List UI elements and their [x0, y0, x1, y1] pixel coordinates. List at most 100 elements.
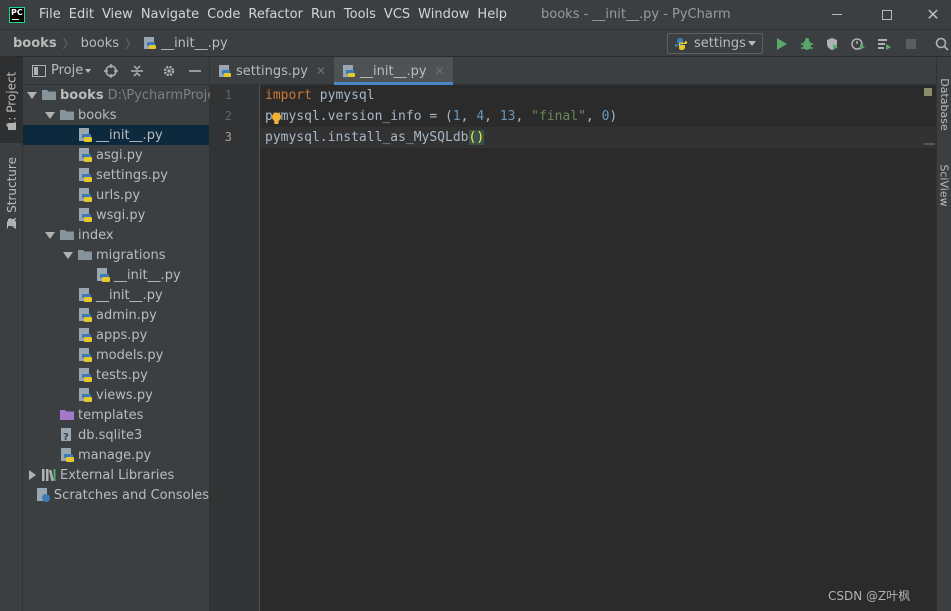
expand-arrow-icon[interactable]	[63, 250, 73, 260]
tree-item[interactable]: templates	[23, 405, 209, 425]
close-tab-icon[interactable]: ✕	[435, 64, 445, 78]
menu-edit[interactable]: Edit	[65, 0, 98, 29]
chevron-right-icon: 〉	[62, 36, 75, 51]
tool-tab-sciview[interactable]: SciView	[937, 155, 951, 215]
python-file-icon	[79, 328, 92, 342]
python-file-icon	[79, 148, 92, 162]
tree-item[interactable]: admin.py	[23, 305, 209, 325]
tree-item-label: admin.py	[96, 307, 157, 323]
tree-item[interactable]: urls.py	[23, 185, 209, 205]
settings-button[interactable]	[161, 63, 177, 79]
tree-item[interactable]: asgi.py	[23, 145, 209, 165]
menu-help[interactable]: Help	[473, 0, 511, 29]
tree-item[interactable]: __init__.py	[23, 125, 209, 145]
tree-item[interactable]: tests.py	[23, 365, 209, 385]
menu-view[interactable]: View	[98, 0, 137, 29]
tree-item[interactable]: books D:\PycharmProject	[23, 85, 227, 105]
close-tab-icon[interactable]: ✕	[316, 64, 326, 78]
python-file-icon	[79, 188, 92, 202]
run-configuration-select[interactable]: settings	[667, 33, 763, 54]
tool-tab-database[interactable]: Database	[937, 69, 951, 139]
menu-vcs[interactable]: VCS	[380, 0, 414, 29]
menu-navigate[interactable]: Navigate	[137, 0, 203, 29]
tab-label: settings.py	[236, 63, 308, 79]
maximize-button[interactable]	[864, 0, 910, 29]
project-panel-title[interactable]: Proje	[51, 63, 83, 78]
menu-window[interactable]: Window	[414, 0, 473, 29]
collapse-arrow-icon[interactable]	[27, 470, 37, 480]
code-line[interactable]: pymysql.install_as_MySQLdb()	[260, 127, 936, 148]
stop-button[interactable]	[901, 34, 921, 54]
tree-item[interactable]: __init__.py	[23, 265, 209, 285]
tree-item[interactable]: settings.py	[23, 165, 209, 185]
run-tasks-button[interactable]	[874, 34, 894, 54]
expand-arrow-icon[interactable]	[27, 90, 37, 100]
breadcrumb-file[interactable]: __init__.py	[161, 36, 228, 51]
tool-tab-project[interactable]: 1: Project	[0, 57, 23, 143]
tree-item[interactable]: index	[23, 225, 209, 245]
menu-tools[interactable]: Tools	[340, 0, 380, 29]
line-number: 3	[224, 130, 232, 144]
tree-item[interactable]: Scratches and Consoles	[23, 485, 209, 505]
profile-button[interactable]	[848, 34, 868, 54]
python-file-icon	[144, 37, 157, 49]
profile-icon	[851, 38, 865, 50]
close-button[interactable]: ✕	[910, 0, 951, 29]
chevron-down-icon[interactable]	[85, 68, 92, 73]
expand-arrow-icon[interactable]	[45, 230, 55, 240]
inspection-status-icon[interactable]	[924, 88, 932, 96]
code-line[interactable]: import pymysql	[260, 85, 936, 106]
python-file-icon	[342, 65, 355, 77]
debug-button[interactable]	[797, 34, 817, 54]
folder-icon	[8, 123, 16, 130]
tree-item[interactable]: books	[23, 105, 209, 125]
search-everywhere-button[interactable]	[932, 34, 951, 54]
watermark: CSDN @Z叶枫	[828, 589, 911, 603]
python-file-icon	[79, 368, 92, 382]
menu-run[interactable]: Run	[307, 0, 340, 29]
menu-code[interactable]: Code	[203, 0, 244, 29]
tree-item-label: __init__.py	[96, 127, 163, 143]
hide-panel-button[interactable]	[187, 63, 203, 79]
pycharm-logo-icon	[9, 6, 25, 23]
tree-item[interactable]: models.py	[23, 345, 209, 365]
search-icon	[935, 37, 949, 51]
tab-init-py[interactable]: __init__.py ✕	[333, 57, 453, 85]
tree-item[interactable]: wsgi.py	[23, 205, 209, 225]
left-tool-window-bar: 1: Project Z: Structure	[0, 57, 23, 611]
collapse-all-button[interactable]	[129, 63, 145, 79]
minimize-button[interactable]	[814, 0, 860, 29]
tree-item[interactable]: migrations	[23, 245, 209, 265]
tree-item-label: tests.py	[96, 367, 148, 383]
tree-item[interactable]: apps.py	[23, 325, 209, 345]
breadcrumb-folder[interactable]: books	[81, 36, 119, 51]
project-tree: books D:\PycharmProject books __init__.py as…	[23, 85, 227, 505]
menu-refactor[interactable]: Refactor	[244, 0, 307, 29]
tree-item[interactable]: __init__.py	[23, 285, 209, 305]
scratches-icon	[36, 488, 50, 502]
tree-item[interactable]: manage.py	[23, 445, 209, 465]
tree-item[interactable]: ? db.sqlite3	[23, 425, 209, 445]
run-button[interactable]	[772, 34, 792, 54]
tree-item[interactable]: External Libraries	[23, 465, 209, 485]
navigation-bar: books 〉 books 〉 __init__.py settings	[0, 29, 951, 57]
tab-settings-py[interactable]: settings.py ✕	[210, 57, 334, 85]
scrollbar-marker[interactable]	[924, 143, 935, 145]
python-file-icon	[97, 268, 110, 282]
code-editor[interactable]: import pymysql pymysql.version_info = (1…	[260, 85, 936, 611]
menu-file[interactable]: File	[35, 0, 65, 29]
locate-file-button[interactable]	[103, 63, 119, 79]
expand-arrow-icon[interactable]	[45, 110, 55, 120]
tree-item-label: External Libraries	[60, 467, 175, 483]
tree-item[interactable]: views.py	[23, 385, 209, 405]
breadcrumb-root[interactable]: books	[13, 36, 57, 51]
run-with-coverage-button[interactable]	[822, 34, 842, 54]
intention-bulb-icon[interactable]	[271, 112, 282, 126]
code-line[interactable]: pymysql.version_info = (1, 4, 13, "final…	[260, 106, 936, 127]
